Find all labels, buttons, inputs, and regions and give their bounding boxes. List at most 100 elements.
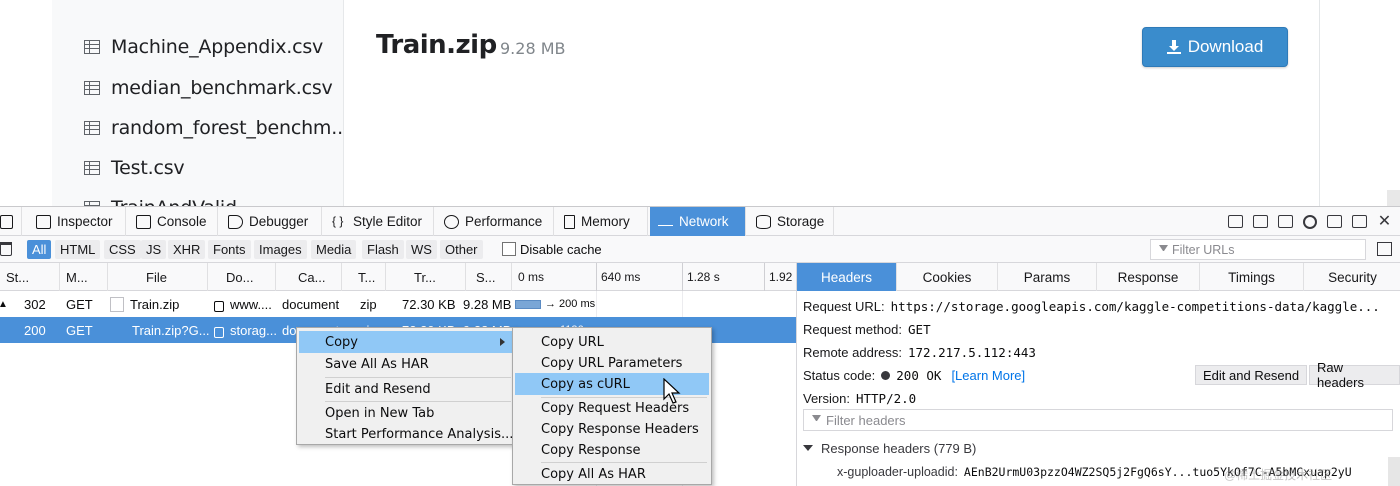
- menu-item-copy-url-params[interactable]: Copy URL Parameters: [515, 352, 709, 374]
- column-status[interactable]: St...: [0, 263, 60, 291]
- filter-headers-input[interactable]: Filter headers: [803, 409, 1393, 431]
- trash-icon[interactable]: [0, 242, 12, 256]
- tab-cookies[interactable]: Cookies: [897, 263, 998, 291]
- filter-all[interactable]: All: [27, 240, 52, 259]
- tab-inspector[interactable]: Inspector: [28, 207, 126, 236]
- details-scrollbar[interactable]: [1388, 457, 1400, 486]
- tab-headers[interactable]: Headers: [797, 263, 897, 291]
- column-file[interactable]: File: [108, 263, 208, 291]
- settings-gear-icon[interactable]: [1303, 214, 1317, 229]
- file-item[interactable]: median_benchmark.csv: [84, 68, 333, 108]
- tab-label: Inspector: [57, 214, 113, 229]
- file-item[interactable]: Test.csv: [84, 148, 185, 188]
- tab-response[interactable]: Response: [1097, 263, 1200, 291]
- responsive-design-icon[interactable]: [1253, 215, 1268, 228]
- screenshot-icon[interactable]: [1278, 215, 1293, 228]
- menu-item-save-har[interactable]: Save All As HAR: [299, 353, 513, 375]
- details-tabs: Headers Cookies Params Response Timings …: [797, 263, 1400, 291]
- filter-xhr[interactable]: XHR: [168, 240, 206, 259]
- edit-and-resend-button[interactable]: Edit and Resend: [1195, 365, 1308, 385]
- disable-cache-checkbox[interactable]: [502, 242, 516, 256]
- tab-network[interactable]: Network: [650, 207, 746, 236]
- menu-label: Copy URL Parameters: [541, 355, 683, 371]
- tab-params[interactable]: Params: [998, 263, 1097, 291]
- table-icon: [84, 40, 100, 54]
- file-thumbnail: [110, 296, 124, 312]
- cell-status: 200: [24, 322, 46, 338]
- tab-debugger[interactable]: Debugger: [220, 207, 322, 236]
- tab-security[interactable]: Security: [1304, 263, 1400, 291]
- cell-method: GET: [66, 322, 93, 338]
- toggle-sidebar-icon[interactable]: [1377, 242, 1392, 256]
- menu-label: Copy All As HAR: [541, 466, 646, 482]
- menu-label: Save All As HAR: [325, 356, 429, 372]
- domain-text: storag...: [230, 322, 277, 338]
- page-scrollbar[interactable]: [1387, 190, 1400, 206]
- cell-method: GET: [66, 296, 93, 312]
- close-icon[interactable]: [1377, 215, 1392, 228]
- menu-item-copy[interactable]: Copy: [299, 331, 513, 353]
- filter-ws[interactable]: WS: [406, 240, 437, 259]
- menu-item-copy-response[interactable]: Copy Response: [515, 439, 709, 461]
- console-icon: [136, 214, 151, 229]
- menu-item-copy-response-headers[interactable]: Copy Response Headers: [515, 418, 709, 440]
- file-size: 9.28 MB: [500, 39, 566, 58]
- status-code-label: Status code:: [803, 367, 876, 383]
- filter-urls-input[interactable]: Filter URLs: [1150, 239, 1366, 260]
- column-method[interactable]: M...: [60, 263, 108, 291]
- frame-select-icon[interactable]: [1228, 215, 1243, 228]
- file-item[interactable]: random_forest_benchm...: [84, 108, 343, 148]
- inspector-icon: [36, 214, 51, 229]
- download-button[interactable]: Download: [1142, 27, 1288, 67]
- column-cause[interactable]: Ca...: [276, 263, 342, 291]
- filter-fonts[interactable]: Fonts: [208, 240, 251, 259]
- context-menu: Copy Save All As HAR Edit and Resend Ope…: [296, 327, 516, 445]
- column-transferred[interactable]: Tr...: [386, 263, 466, 291]
- request-url-value: https://storage.googleapis.com/kaggle-co…: [890, 298, 1380, 314]
- learn-more-link[interactable]: [Learn More]: [951, 368, 1025, 383]
- menu-item-edit-resend[interactable]: Edit and Resend: [299, 378, 513, 400]
- tab-label: Storage: [777, 214, 825, 229]
- tab-style-editor[interactable]: Style Editor: [324, 207, 434, 236]
- tab-performance[interactable]: Performance: [436, 207, 554, 236]
- menu-item-performance-analysis[interactable]: Start Performance Analysis...: [299, 423, 513, 445]
- file-item[interactable]: Machine_Appendix.csv: [84, 27, 323, 67]
- request-details-panel: Headers Cookies Params Response Timings …: [796, 263, 1400, 486]
- response-headers-toggle[interactable]: Response headers (779 B): [803, 437, 976, 459]
- submenu-arrow-icon: [500, 338, 505, 346]
- request-row[interactable]: ▲ 302 GET Train.zip www.... document zip…: [0, 291, 796, 317]
- column-domain[interactable]: Do...: [208, 263, 276, 291]
- cell-domain: www....: [214, 291, 272, 317]
- filter-media[interactable]: Media: [311, 240, 357, 259]
- tab-console[interactable]: Console: [128, 207, 218, 236]
- header-name: x-guploader-uploadid:: [837, 465, 958, 479]
- filter-js[interactable]: JS: [141, 240, 167, 259]
- tab-label: Console: [157, 214, 207, 229]
- menu-item-copy-all-har[interactable]: Copy All As HAR: [515, 463, 709, 485]
- menu-item-open-new-tab[interactable]: Open in New Tab: [299, 402, 513, 424]
- file-name: Test.csv: [111, 157, 185, 179]
- filter-flash[interactable]: Flash: [362, 240, 404, 259]
- tab-timings[interactable]: Timings: [1200, 263, 1304, 291]
- tab-memory[interactable]: Memory: [556, 207, 648, 236]
- tab-storage[interactable]: Storage: [748, 207, 834, 236]
- filter-html[interactable]: HTML: [55, 240, 101, 259]
- cell-transferred: 72.30 KB: [402, 296, 456, 312]
- raw-headers-button[interactable]: Raw headers: [1309, 360, 1400, 390]
- toolbar-actions: [1228, 207, 1400, 236]
- status-code-row: Status code: 200 OK [Learn More]: [803, 364, 1025, 386]
- filter-icon: [812, 415, 821, 425]
- column-type[interactable]: T...: [342, 263, 386, 291]
- column-size[interactable]: S...: [466, 263, 512, 291]
- filter-other[interactable]: Other: [440, 240, 483, 259]
- devtools-toolbar: Inspector Console Debugger Style Editor …: [0, 207, 1400, 236]
- memory-icon: [564, 214, 575, 229]
- file-item[interactable]: TrainAndValid...: [84, 188, 255, 206]
- network-icon: [658, 218, 673, 226]
- element-picker-button[interactable]: [0, 207, 22, 236]
- filter-images[interactable]: Images: [254, 240, 307, 259]
- menu-item-copy-url[interactable]: Copy URL: [515, 331, 709, 353]
- separate-window-icon[interactable]: [1352, 215, 1367, 228]
- dock-side-icon[interactable]: [1327, 215, 1342, 228]
- filter-css[interactable]: CSS: [104, 240, 141, 259]
